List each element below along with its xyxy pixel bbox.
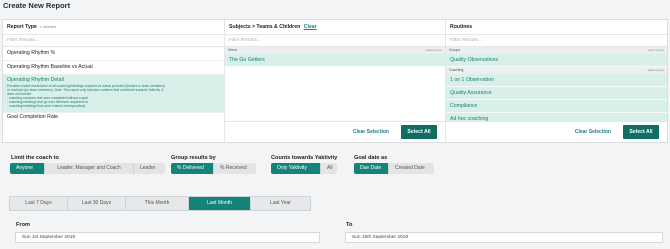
limit-anyone-button[interactable]: Anyone [10,163,45,174]
routine-item[interactable]: 1 on 1 Observation [446,74,667,87]
last-30-days-button[interactable]: Last 30 Days [68,197,126,210]
limit-coach-label: Limit the coach to [11,155,59,161]
subjects-panel: Subjects > Teams & Children Clear Filter… [225,20,446,142]
selected-report-title: Operating Rhythm Detail [7,77,64,83]
report-type-filter-input[interactable]: Filter Results... [3,35,224,47]
routines-header: Routines [446,20,667,35]
selection-panels: Report Type 1 selected Filter Results... … [2,19,668,143]
created-date-button[interactable]: Created Date [389,163,434,174]
report-type-item[interactable]: Goal Completion Rate [3,113,224,121]
goal-date-group: Due Date Created Date [354,163,434,174]
group-results-label: Group results by [171,155,216,161]
only-yaktivity-button[interactable]: Only Yaktivity [271,163,321,174]
limit-leader-button[interactable]: Leader [134,163,165,174]
last-7-days-button[interactable]: Last 7 Days [10,197,68,210]
goal-date-label: Goal date as [354,155,388,161]
report-description-line: - coaching/meetings that were entered re… [7,104,86,109]
group-label: Direct [228,48,237,52]
last-month-button[interactable]: Last Month [189,197,251,210]
report-type-panel: Report Type 1 selected Filter Results... … [3,20,225,142]
from-label: From [16,222,30,228]
routines-filter-input[interactable]: Filter Results... [446,35,667,47]
routine-item[interactable]: Quality Observations [446,54,667,67]
routines-group-header: Coaching select group [446,67,667,74]
to-date-field[interactable]: Sun 15th September 2019 [345,232,663,243]
subjects-header: Subjects > Teams & Children Clear [225,20,445,35]
routine-item[interactable]: Quality Assurance [446,87,667,100]
limit-leader-manager-coach-button[interactable]: Leader, Manager and Coach [45,163,134,174]
group-label: Coaching [449,68,464,72]
report-type-title: Report Type [7,24,37,30]
subjects-title: Subjects > Teams & Children [229,24,301,30]
select-group-link[interactable]: select group [648,47,664,54]
select-group-link[interactable]: select group [426,47,442,54]
report-type-header: Report Type 1 selected [3,20,224,35]
routines-panel: Routines Filter Results... Groups select… [446,20,667,142]
subjects-clear-link[interactable]: Clear [304,24,317,30]
page-title: Create New Report [3,1,71,10]
this-month-button[interactable]: This Month [126,197,189,210]
report-type-item-selected[interactable]: Operating Rhythm Detail Provides a table… [3,75,224,113]
subjects-footer: Clear Selection Select All [225,121,445,142]
clear-selection-button[interactable]: Clear Selection [353,129,389,135]
last-year-button[interactable]: Last Year [251,197,310,210]
routines-group-header: Groups select group [446,47,667,54]
selected-count: 1 selected [39,25,57,29]
subjects-group-header: Direct select group [225,47,445,54]
routine-item[interactable]: Compliance [446,100,667,113]
report-type-item[interactable]: Operating Rhythm Baseline vs Actual [3,61,224,75]
to-label: To [346,222,353,228]
percent-delivered-button[interactable]: % Delivered [171,163,214,174]
routines-footer: Clear Selection Select All [446,121,667,142]
group-results-group: % Delivered % Received [171,163,256,174]
subjects-filter-input[interactable]: Filter Results... [225,35,445,47]
subject-item[interactable]: The Go Getters [225,54,445,67]
counts-group: Only Yaktivity All [271,163,337,174]
group-label: Groups [449,48,461,52]
clear-selection-button[interactable]: Clear Selection [575,129,611,135]
report-type-item[interactable]: Operating Rhythm % [3,47,224,61]
select-all-button[interactable]: Select All [623,125,659,139]
percent-received-button[interactable]: % Received [214,163,256,174]
limit-coach-group: Anyone Leader, Manager and Coach Leader [10,163,165,174]
select-all-button[interactable]: Select All [401,125,437,139]
due-date-button[interactable]: Due Date [354,163,389,174]
all-button[interactable]: All [321,163,337,174]
from-date-field[interactable]: Sun 1st September 2019 [15,232,320,243]
counts-label: Counts towards Yaktivity [271,155,338,161]
select-group-link[interactable]: select group [648,67,664,74]
date-range-group: Last 7 Days Last 30 Days This Month Last… [9,196,311,211]
